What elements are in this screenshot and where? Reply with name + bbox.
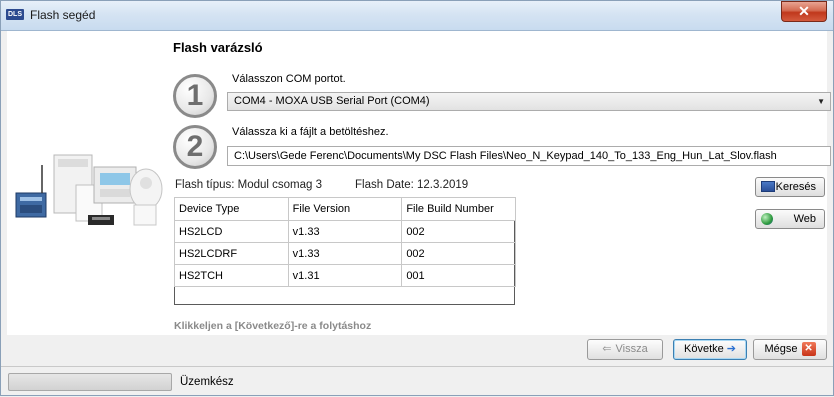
cell-build-number: 002 [401, 242, 516, 265]
search-button[interactable]: Keresés [755, 177, 825, 197]
close-button[interactable]: ✕ [781, 1, 827, 22]
file-path-field[interactable]: C:\Users\Gede Ferenc\Documents\My DSC Fl… [227, 146, 831, 166]
computer-search-icon [761, 181, 775, 192]
search-button-label: Keresés [775, 181, 816, 193]
progress-bar [8, 373, 172, 391]
cancel-button-label: Mégse [764, 343, 798, 355]
web-button-label: Web [793, 213, 816, 225]
step-1-circle: 1 [173, 74, 217, 118]
file-select-label: Válassza ki a fájlt a betöltéshez. [232, 126, 389, 138]
window-title: Flash segéd [30, 8, 96, 22]
header-file-version[interactable]: File Version [287, 197, 403, 221]
device-version-table: Device Type File Version File Build Numb… [174, 197, 516, 287]
header-device-type[interactable]: Device Type [174, 197, 289, 221]
wizard-heading: Flash varázsló [173, 40, 263, 55]
step-2-circle: 2 [173, 125, 217, 169]
cell-build-number: 001 [401, 264, 516, 287]
continue-hint: Klikkeljen a [Következő]-re a folytáshoz [174, 320, 372, 332]
table-row[interactable]: HS2LCD v1.33 002 [174, 220, 516, 243]
close-icon: ✕ [798, 3, 810, 19]
cell-file-version: v1.33 [287, 220, 403, 243]
dsc-devices-image [15, 154, 163, 226]
next-button-label: Követke [684, 343, 724, 355]
table-header-row: Device Type File Version File Build Numb… [174, 197, 516, 221]
cell-file-version: v1.33 [287, 242, 403, 265]
com-port-dropdown[interactable]: COM4 - MOXA USB Serial Port (COM4) ▼ [227, 92, 831, 111]
cell-device-type: HS2TCH [174, 264, 289, 287]
back-button[interactable]: ⇐ Vissza [587, 339, 663, 360]
cell-device-type: HS2LCD [174, 220, 289, 243]
com-port-selected: COM4 - MOXA USB Serial Port (COM4) [234, 95, 430, 107]
com-port-label: Válasszon COM portot. [232, 73, 346, 85]
table-row[interactable]: HS2TCH v1.31 001 [174, 264, 516, 287]
cell-device-type: HS2LCDRF [174, 242, 289, 265]
dls-app-icon: DLS [6, 9, 24, 20]
status-bar: Üzemkész [0, 366, 834, 397]
globe-icon [761, 213, 773, 225]
flash-type-text: Flash típus: Modul csomag 3 [175, 179, 323, 191]
web-button[interactable]: Web [755, 209, 825, 229]
cell-build-number: 002 [401, 220, 516, 243]
title-bar: DLS Flash segéd ✕ [0, 0, 834, 31]
flash-date-text: Flash Date: 12.3.2019 [355, 179, 469, 191]
status-text: Üzemkész [180, 376, 234, 388]
next-button[interactable]: Követke ➔ [673, 339, 747, 360]
cell-file-version: v1.31 [287, 264, 403, 287]
back-button-label: Vissza [615, 343, 648, 355]
header-file-build-number[interactable]: File Build Number [401, 197, 516, 221]
cancel-icon: ✕ [801, 342, 816, 357]
table-row[interactable]: HS2LCDRF v1.33 002 [174, 242, 516, 265]
arrow-left-icon: ⇐ [602, 343, 612, 355]
cancel-button[interactable]: Mégse ✕ [753, 339, 827, 360]
chevron-down-icon[interactable]: ▼ [817, 93, 825, 110]
arrow-right-icon: ➔ [726, 343, 736, 355]
flash-helper-window: DLS Flash segéd ✕ Flash varázsló 1 Válas… [0, 0, 834, 397]
